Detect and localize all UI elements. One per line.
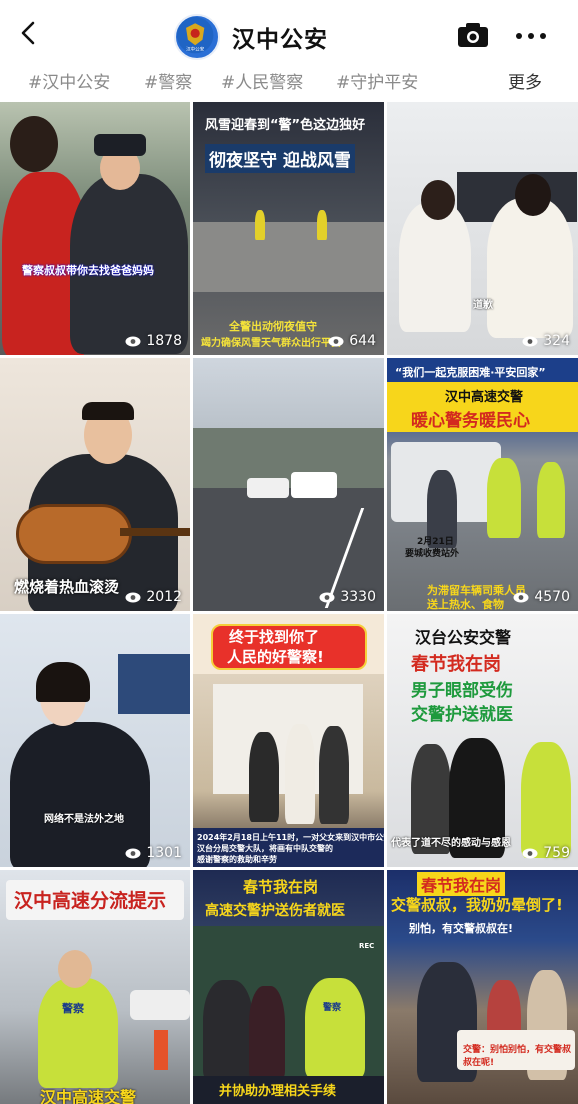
eye-icon bbox=[328, 336, 344, 346]
tag-item[interactable]: #人民警察 bbox=[221, 68, 303, 93]
hashtag-bar: #汉中公安 #警察 #人民警察 #守护平安 更多 bbox=[0, 64, 578, 100]
video-subtitle: 全警出动彻夜值守 bbox=[229, 320, 317, 333]
view-count: 2012 bbox=[125, 589, 182, 605]
video-caption: 警察叔叔带你去找爸爸妈妈 bbox=[22, 264, 154, 277]
video-bottom: 代表了道不尽的感动与感恩 bbox=[391, 838, 511, 849]
video-thumbnail[interactable]: 燃烧着热血滚烫 2012 bbox=[0, 358, 190, 611]
view-count-value: 644 bbox=[349, 333, 376, 349]
video-thumbnail[interactable]: 春节我在岗 高速交警护送伤者就医 REC 警察 并协助办理相关手续 bbox=[193, 870, 384, 1104]
view-count: 324 bbox=[522, 333, 570, 349]
video-bottom: 并协助办理相关手续 bbox=[219, 1084, 337, 1099]
video-banner: 汉中高速分流提示 bbox=[14, 890, 167, 912]
eye-icon bbox=[319, 592, 335, 602]
video-caption: 道歉 bbox=[473, 300, 493, 311]
video-title-top: 汉台公安交警 bbox=[415, 628, 512, 647]
video-title: 彻夜坚守 迎战风雪 bbox=[205, 144, 355, 173]
view-count: 3330 bbox=[319, 589, 376, 605]
view-count-value: 1301 bbox=[146, 845, 182, 861]
video-bottom: 交警：别怕别怕，有交警叔叔在呢! bbox=[463, 1045, 572, 1068]
video-title-top: 风雪迎春到“警”色这边独好 bbox=[205, 118, 366, 133]
more-options-icon[interactable] bbox=[514, 26, 548, 46]
video-caption: 网络不是法外之地 bbox=[44, 814, 124, 825]
video-thumbnail[interactable]: 汉中高速分流提示 警察 汉中高速交警 bbox=[0, 870, 190, 1104]
view-count: 759 bbox=[522, 845, 570, 861]
video-bottom-3: 感谢警察的救助和辛劳 bbox=[197, 855, 277, 864]
eye-icon bbox=[125, 848, 141, 858]
police-badge-icon: 汉中公安 bbox=[176, 16, 214, 54]
video-thumbnail[interactable]: 风雪迎春到“警”色这边独好 彻夜坚守 迎战风雪 全警出动彻夜值守 竭力确保风雪天… bbox=[193, 102, 384, 355]
video-thumbnail[interactable]: 3330 bbox=[193, 358, 384, 611]
rec-label: REC bbox=[359, 942, 375, 950]
video-bottom-1: 2024年2月18日上午11时，一对父女来到汉中市公安局 bbox=[197, 833, 384, 842]
eye-icon bbox=[125, 336, 141, 346]
video-bottom-2: 送上热水、食物 bbox=[427, 598, 504, 611]
video-title-green: 男子眼部受伤 bbox=[411, 681, 513, 701]
vest-label: 警察 bbox=[323, 1003, 342, 1013]
tag-item[interactable]: #汉中公安 bbox=[28, 68, 110, 93]
video-subtitle: 别怕，有交警叔叔在! bbox=[409, 922, 514, 935]
video-title-red: 春节我在岗 bbox=[411, 654, 501, 675]
banner-line-1: 终于找到你了 bbox=[229, 628, 320, 646]
video-title-yellow: 高速交警护送伤者就医 bbox=[205, 903, 345, 919]
video-title-yellow: 交警叔叔，我奶奶晕倒了! bbox=[391, 896, 563, 914]
video-thumbnail[interactable]: “我们一起克服困难·平安回家” 汉中高速交警 暖心警务暖民心 2月21日 要城收… bbox=[387, 358, 578, 611]
video-grid: 警察叔叔带你去找爸爸妈妈 1878 风雪迎春到“警”色这边独好 彻夜坚守 迎战风… bbox=[0, 102, 578, 1104]
banner-line-1: 汉中高速交警 bbox=[445, 390, 524, 405]
view-count-value: 324 bbox=[543, 333, 570, 349]
video-title-green-2: 交警护送就医 bbox=[411, 705, 513, 725]
view-count-value: 1878 bbox=[146, 333, 182, 349]
vest-label: 警察 bbox=[62, 1002, 84, 1015]
eye-icon bbox=[522, 848, 538, 858]
camera-icon[interactable] bbox=[456, 22, 490, 48]
tag-item[interactable]: #守护平安 bbox=[336, 68, 418, 93]
video-thumbnail[interactable]: 警察叔叔带你去找爸爸妈妈 1878 bbox=[0, 102, 190, 355]
banner-line-2: 人民的好警察! bbox=[227, 648, 324, 666]
video-thumbnail[interactable]: 道歉 324 bbox=[387, 102, 578, 355]
banner-top: “我们一起克服困难·平安回家” bbox=[395, 366, 546, 379]
app-header: 汉中公安 汉中公安 bbox=[0, 0, 578, 64]
view-count-value: 3330 bbox=[340, 589, 376, 605]
eye-icon bbox=[513, 592, 529, 602]
back-arrow-icon[interactable] bbox=[14, 18, 44, 48]
view-count: 1878 bbox=[125, 333, 182, 349]
view-count-value: 2012 bbox=[146, 589, 182, 605]
video-thumbnail[interactable]: 终于找到你了 人民的好警察! 2024年2月18日上午11时，一对父女来到汉中市… bbox=[193, 614, 384, 867]
view-count: 4570 bbox=[513, 589, 570, 605]
video-thumbnail[interactable]: 春节我在岗 交警叔叔，我奶奶晕倒了! 别怕，有交警叔叔在! 交警：别怕别怕，有交… bbox=[387, 870, 578, 1104]
video-subtitle-2: 竭力确保风雪天气群众出行平安 bbox=[201, 338, 341, 349]
video-bottom: 汉中高速交警 bbox=[40, 1088, 137, 1104]
banner-line-2: 暖心警务暖民心 bbox=[411, 411, 530, 431]
video-bottom-2: 汉台分局交警大队，将画有中队交警的 bbox=[197, 844, 333, 853]
view-count: 644 bbox=[328, 333, 376, 349]
video-caption: 燃烧着热血滚烫 bbox=[14, 578, 120, 596]
view-count-value: 759 bbox=[543, 845, 570, 861]
eye-icon bbox=[522, 336, 538, 346]
video-thumbnail[interactable]: 汉台公安交警 春节我在岗 男子眼部受伤 交警护送就医 代表了道不尽的感动与感恩 … bbox=[387, 614, 578, 867]
tags-more-link[interactable]: 更多 bbox=[508, 68, 542, 93]
video-location: 要城收费站外 bbox=[405, 549, 460, 559]
video-title-red: 春节我在岗 bbox=[417, 872, 506, 896]
view-count: 1301 bbox=[125, 845, 182, 861]
view-count-value: 4570 bbox=[534, 589, 570, 605]
video-thumbnail[interactable]: 网络不是法外之地 1301 bbox=[0, 614, 190, 867]
eye-icon bbox=[125, 592, 141, 602]
tag-item[interactable]: #警察 bbox=[144, 68, 192, 93]
video-title-red: 春节我在岗 bbox=[243, 878, 319, 896]
account-avatar[interactable]: 汉中公安 bbox=[174, 14, 220, 60]
page-title: 汉中公安 bbox=[232, 27, 328, 53]
